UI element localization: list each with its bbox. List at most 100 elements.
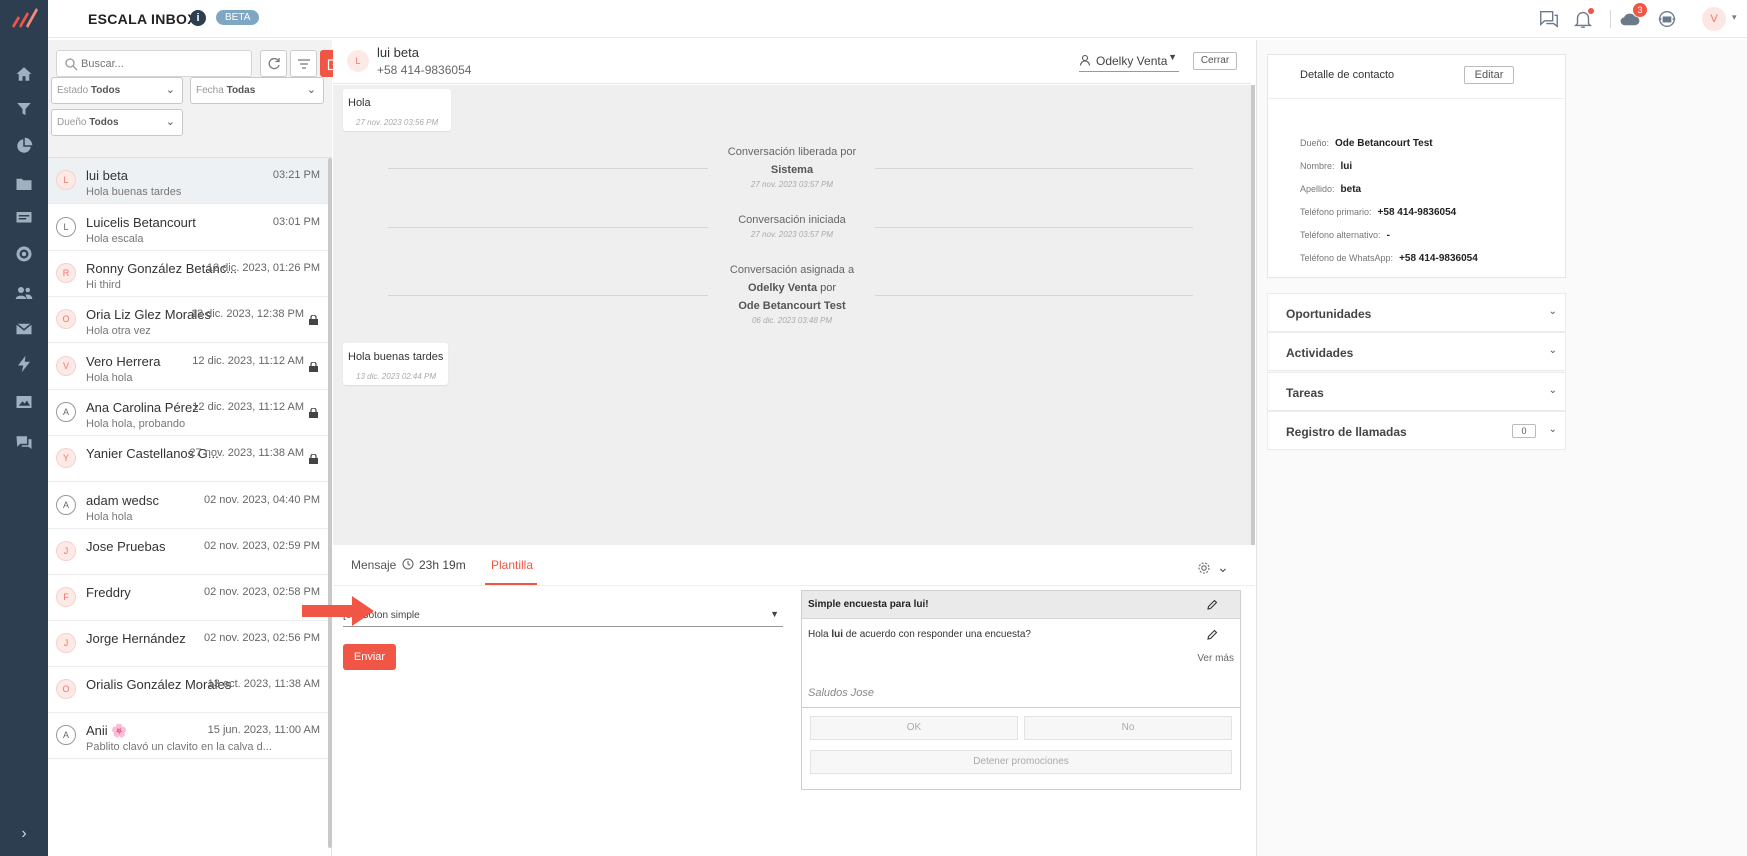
users-icon[interactable] xyxy=(0,279,48,307)
conversation-item[interactable]: L Luicelis Betancourt 03:01 PM Hola esca… xyxy=(48,205,328,251)
chevron-down-icon: ⌄ xyxy=(306,84,316,96)
sort-button[interactable] xyxy=(290,50,317,77)
info-icon[interactable]: i xyxy=(190,10,206,26)
template-select[interactable]: [es] Boton simple ▼ xyxy=(343,607,783,627)
edit-pencil-icon[interactable] xyxy=(1206,629,1218,641)
see-more-link[interactable]: Ver más xyxy=(1197,653,1234,664)
tab-message[interactable]: Mensaje xyxy=(351,558,396,572)
refresh-button[interactable] xyxy=(260,50,287,77)
home-icon[interactable] xyxy=(0,60,48,88)
gear-icon[interactable] xyxy=(1197,561,1211,575)
image-icon[interactable] xyxy=(0,388,48,416)
system-event-time: 27 nov. 2023 03:57 PM xyxy=(750,230,834,239)
template-title-name: lui xyxy=(913,599,926,610)
system-event-assignee-line: Odelky Venta por xyxy=(333,282,1251,294)
search-input[interactable] xyxy=(81,54,241,74)
close-conversation-button[interactable]: Cerrar xyxy=(1193,52,1237,70)
conversation-item[interactable]: F Freddry 02 nov. 2023, 02:58 PM xyxy=(48,575,328,621)
chevron-down-icon: ⌄ xyxy=(1548,306,1557,317)
chevron-down-icon: ⌄ xyxy=(1548,345,1557,356)
chat-header: L lui beta +58 414-9836054 Odelky Venta … xyxy=(333,40,1251,84)
contact-avatar: L xyxy=(56,170,76,190)
conversation-item[interactable]: V Vero Herrera 12 dic. 2023, 11:12 AM Ho… xyxy=(48,344,328,390)
conversation-item[interactable]: A Anii 🌸 15 jun. 2023, 11:00 AM Pablito … xyxy=(48,713,328,759)
estado-filter[interactable]: Estado Todos ⌄ xyxy=(51,77,183,104)
lightning-icon[interactable] xyxy=(0,350,48,378)
conversation-time: 02 nov. 2023, 02:56 PM xyxy=(204,632,320,644)
template-body: Hola lui de acuerdo con responder una en… xyxy=(808,629,1031,640)
dueno-filter[interactable]: Dueño Todos ⌄ xyxy=(51,109,183,136)
pie-chart-icon[interactable] xyxy=(0,132,48,160)
conversation-item[interactable]: O Orialis González Morales 13 oct. 2023,… xyxy=(48,667,328,713)
message-text: Hola xyxy=(348,97,371,109)
contact-field: Apellido: beta xyxy=(1300,184,1361,195)
mail-icon[interactable] xyxy=(0,315,48,343)
conversation-name: Jose Pruebas xyxy=(86,539,166,554)
refresh-icon xyxy=(268,57,280,69)
owner-name: Odelky Venta xyxy=(1096,54,1168,68)
conversation-item[interactable]: L lui beta 03:21 PM Hola buenas tardes xyxy=(48,158,328,204)
user-avatar[interactable]: V xyxy=(1702,7,1726,31)
chat-messages: Hola 27 nov. 2023 03:56 PM Conversación … xyxy=(333,85,1251,545)
chat-bubbles-icon[interactable] xyxy=(0,429,48,457)
system-event-text: Conversación asignada a xyxy=(729,264,855,276)
template-title: Simple encuesta para lui! xyxy=(808,599,929,610)
conversation-item[interactable]: J Jorge Hernández 02 nov. 2023, 02:56 PM xyxy=(48,621,328,667)
fecha-filter[interactable]: Fecha Todas ⌄ xyxy=(190,77,324,104)
tab-template[interactable]: Plantilla xyxy=(491,558,533,572)
edit-contact-button[interactable]: Editar xyxy=(1464,66,1514,84)
template-title-suffix: ! xyxy=(925,599,929,610)
field-value: Ode Betancourt Test xyxy=(1335,138,1433,149)
estado-label: Estado xyxy=(57,85,89,96)
escala-logo[interactable] xyxy=(9,6,39,30)
list-scrollbar[interactable] xyxy=(328,158,332,848)
section-actividades[interactable]: Actividades ⌄ xyxy=(1267,332,1566,371)
section-tareas[interactable]: Tareas ⌄ xyxy=(1267,372,1566,411)
app-title: ESCALA INBOX xyxy=(88,11,197,27)
field-label: Apellido: xyxy=(1300,184,1335,194)
message-icon[interactable] xyxy=(0,204,48,232)
template-button-stop: Detener promociones xyxy=(810,750,1232,774)
target-icon[interactable] xyxy=(0,240,48,268)
folder-icon[interactable] xyxy=(0,170,48,198)
conversation-item[interactable]: J Jose Pruebas 02 nov. 2023, 02:59 PM xyxy=(48,529,328,575)
conversation-name: Anii 🌸 xyxy=(86,723,128,738)
lock-icon xyxy=(309,362,318,372)
message-time: 13 dic. 2023 02:44 PM xyxy=(356,372,437,381)
contact-field: Teléfono primario: +58 414-9836054 xyxy=(1300,207,1456,218)
field-value: - xyxy=(1386,230,1390,241)
chat-scrollbar[interactable] xyxy=(1251,85,1255,545)
cloud-icon[interactable]: 3 xyxy=(1619,3,1647,30)
edit-pencil-icon[interactable] xyxy=(1206,599,1218,611)
conversation-item[interactable]: A Ana Carolina Pérez 12 dic. 2023, 11:12… xyxy=(48,390,328,436)
expand-sidebar-icon[interactable]: › xyxy=(0,822,48,846)
conversation-preview: Hola hola xyxy=(86,372,133,384)
section-label: Actividades xyxy=(1286,346,1354,360)
collapse-chevron-icon[interactable]: ⌄ xyxy=(1217,559,1229,576)
system-event-assignee: Odelky Venta xyxy=(747,282,818,294)
dueno-value: Todos xyxy=(89,117,119,128)
send-button[interactable]: Enviar xyxy=(343,644,396,670)
conversation-item[interactable]: A adam wedsc 02 nov. 2023, 04:40 PM Hola… xyxy=(48,483,328,529)
owner-select[interactable]: Odelky Venta ▼ xyxy=(1079,52,1179,72)
call-count-badge: 0 xyxy=(1512,424,1536,438)
message-bubble: Hola buenas tardes 13 dic. 2023 02:44 PM xyxy=(343,343,448,385)
conversation-item[interactable]: Y Yanier Castellanos G... 27 nov. 2023, … xyxy=(48,436,328,482)
field-label: Teléfono alternativo: xyxy=(1300,230,1381,240)
section-oportunidades[interactable]: Oportunidades ⌄ xyxy=(1267,293,1566,332)
filter-icon[interactable] xyxy=(0,95,48,123)
user-menu-caret-icon[interactable]: ▾ xyxy=(1732,12,1737,23)
conversation-name: Vero Herrera xyxy=(86,354,161,369)
support-icon[interactable] xyxy=(1656,8,1678,30)
conversation-item[interactable]: O Oria Liz Glez Morales 12 dic. 2023, 12… xyxy=(48,297,328,343)
bell-icon[interactable] xyxy=(1572,8,1594,30)
lock-icon xyxy=(309,315,318,325)
template-body-name: lui xyxy=(831,629,844,640)
conversation-item[interactable]: R Ronny González Betanc... 12 dic. 2023,… xyxy=(48,251,328,297)
chat-icon[interactable] xyxy=(1538,8,1560,30)
section-registro-llamadas[interactable]: Registro de llamadas 0 ⌄ xyxy=(1267,411,1566,450)
conversation-time: 03:21 PM xyxy=(272,169,320,181)
contact-avatar: A xyxy=(56,495,76,515)
message-time: 27 nov. 2023 03:56 PM xyxy=(356,118,439,127)
divider xyxy=(802,707,1240,708)
